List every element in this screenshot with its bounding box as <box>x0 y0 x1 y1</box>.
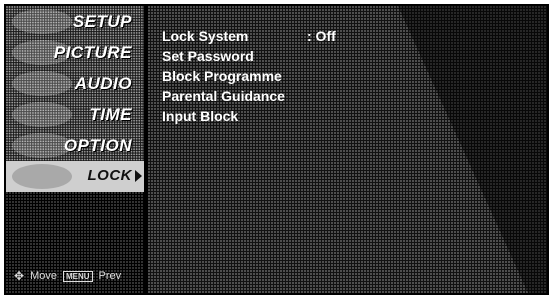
item-label: Input Block <box>162 108 239 124</box>
move-arrows-icon: ✥ <box>14 269 25 283</box>
menu-item-label: AUDIO <box>74 74 132 93</box>
menu-item-label: TIME <box>89 105 132 124</box>
input-block-item[interactable]: Input Block <box>162 106 285 126</box>
menu-item-label: OPTION <box>63 136 132 155</box>
menu-footer: ✥ Move MENU Prev <box>14 269 121 283</box>
menu-item-lock[interactable]: LOCK <box>6 161 144 192</box>
prev-label: Prev <box>98 270 122 282</box>
tv-osd-screen: SETUP PICTURE AUDIO TIME OPTION LOCK ✥ M… <box>4 4 549 295</box>
lock-system-value: : Off <box>307 28 336 44</box>
menu-item-option[interactable]: OPTION <box>6 130 144 161</box>
menu-item-label: SETUP <box>72 12 132 31</box>
menu-key-icon: MENU <box>62 270 93 282</box>
menu-item-label: LOCK <box>87 167 132 184</box>
audio-icon <box>12 71 72 96</box>
move-label: Move <box>30 270 57 282</box>
set-password-item[interactable]: Set Password <box>162 46 285 66</box>
parental-guidance-item[interactable]: Parental Guidance <box>162 86 285 106</box>
chevron-right-icon <box>135 170 142 182</box>
lock-system-item[interactable]: Lock System : Off <box>162 26 336 46</box>
item-label: Parental Guidance <box>162 88 285 104</box>
lock-icon <box>12 164 72 189</box>
menu-item-time[interactable]: TIME <box>6 99 144 130</box>
menu-item-audio[interactable]: AUDIO <box>6 68 144 99</box>
time-icon <box>12 102 72 127</box>
main-menu-panel: SETUP PICTURE AUDIO TIME OPTION LOCK ✥ M… <box>6 6 144 293</box>
block-programme-item[interactable]: Block Programme <box>162 66 285 86</box>
setup-icon <box>12 9 72 34</box>
item-label: Lock System <box>162 28 249 44</box>
lock-submenu-panel: Lock System : Off Set Password Block Pro… <box>148 6 547 293</box>
item-label: Block Programme <box>162 68 282 84</box>
item-label: Set Password <box>162 48 254 64</box>
menu-item-label: PICTURE <box>53 43 132 62</box>
menu-item-picture[interactable]: PICTURE <box>6 37 144 68</box>
menu-item-setup[interactable]: SETUP <box>6 6 144 37</box>
